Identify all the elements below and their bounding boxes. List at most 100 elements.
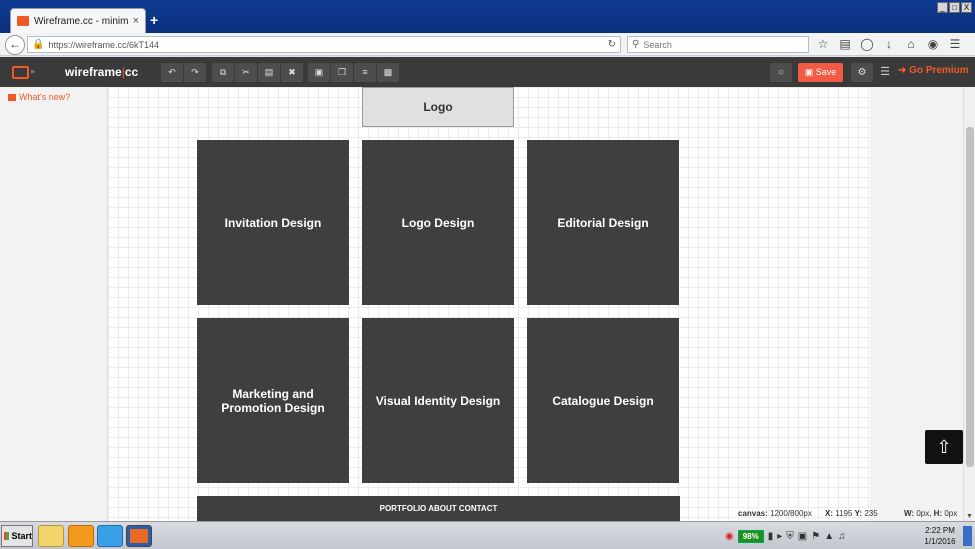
app-menu-icon[interactable] [12, 66, 29, 79]
lock-element-icon[interactable]: ▣ [308, 63, 330, 82]
url-bar[interactable]: 🔒 https://wireframe.cc/6kT144 ↻ [27, 36, 621, 53]
chevron-right-icon: ▸ [31, 66, 36, 76]
system-clock[interactable]: 2:22 PM 1/1/2016 [920, 525, 960, 547]
w-value: 0px, [916, 509, 932, 518]
element-size-status: W: 0px, H: 0px [904, 509, 957, 518]
home-icon[interactable]: ⌂ [901, 36, 921, 53]
system-tray: ◉ 98% ▮ ▸ ⛨ ▣ ⚑ ▲ ♫ [725, 525, 846, 547]
chat-icon[interactable]: ◉ [923, 36, 943, 53]
internet-explorer-icon[interactable] [97, 525, 123, 547]
reading-list-icon[interactable]: ▤ [835, 36, 855, 53]
tile-visual-identity-design[interactable]: Visual Identity Design [362, 318, 514, 483]
go-premium-link[interactable]: ➜ Go Premium [898, 65, 969, 76]
delete-icon[interactable]: ✖ [281, 63, 303, 82]
tile-editorial-design[interactable]: Editorial Design [527, 140, 679, 305]
upload-house-icon: ⇧ [936, 436, 952, 457]
tile-marketing-promotion-design[interactable]: Marketing and Promotion Design [197, 318, 349, 483]
x-value: 1195 [835, 509, 853, 518]
brand-name-left: wireframe [65, 65, 122, 79]
whats-new-label: What's new? [19, 92, 71, 102]
browser-navbar: ← 🔒 https://wireframe.cc/6kT144 ↻ ⚲ Sear… [0, 33, 975, 56]
whats-new-link[interactable]: What's new? [8, 92, 70, 102]
search-input[interactable]: Search [643, 40, 672, 50]
clock-time: 2:22 PM [925, 526, 955, 535]
app-toolbar: ▸ wireframe|cc ↶ ↷ ⧉ ✂ ▤ ✖ ▣ ❐ ≡ ▩ ○ ▣ S… [0, 57, 975, 87]
security-alert-icon[interactable]: ◉ [725, 531, 734, 542]
os-taskbar: Start ◉ 98% ▮ ▸ ⛨ ▣ ⚑ ▲ ♫ 2:22 PM 1/1/20… [0, 521, 975, 549]
firefox-icon[interactable] [126, 525, 152, 547]
tray-arrow-icon[interactable]: ▸ [777, 531, 782, 542]
tile-logo-design[interactable]: Logo Design [362, 140, 514, 305]
browser-tabstrip: Wireframe.cc - minimal wirefr... × + _ □… [0, 0, 975, 33]
scroll-down-arrow-icon[interactable]: ▼ [966, 513, 973, 520]
tile-invitation-design[interactable]: Invitation Design [197, 140, 349, 305]
align-icon[interactable]: ≡ [354, 63, 376, 82]
minimize-button[interactable]: _ [937, 2, 948, 13]
tab-title: Wireframe.cc - minimal wirefr... [34, 15, 128, 27]
flag-icon [8, 93, 16, 101]
reload-icon[interactable]: ↻ [608, 39, 616, 50]
back-button[interactable]: ← [5, 35, 25, 55]
window-icon[interactable]: ▣ [798, 531, 807, 542]
search-bar[interactable]: ⚲ Search [627, 36, 809, 53]
y-label: Y: [854, 509, 863, 518]
y-value: 235 [864, 509, 878, 518]
save-disk-icon: ▣ [804, 67, 814, 77]
copy-icon[interactable]: ⧉ [212, 63, 234, 82]
shield-icon[interactable]: ⛨ [786, 531, 794, 542]
hamburger-menu-icon[interactable]: ☰ [945, 36, 965, 53]
vertical-scrollbar[interactable]: ▼ [963, 87, 975, 521]
close-window-button[interactable]: X [961, 2, 972, 13]
explorer-folder-icon[interactable] [38, 525, 64, 547]
download-icon[interactable]: ↓ [879, 36, 899, 53]
layer-icon[interactable]: ❐ [331, 63, 353, 82]
scrollbar-thumb[interactable] [966, 127, 974, 467]
wireframe-canvas[interactable]: Logo Invitation Design Logo Design Edito… [108, 87, 870, 521]
start-button[interactable]: Start [1, 525, 33, 547]
browser-tab[interactable]: Wireframe.cc - minimal wirefr... × [10, 8, 146, 33]
left-panel: What's new? [0, 87, 108, 521]
network-icon[interactable]: ▲ [824, 531, 834, 542]
media-player-icon[interactable] [68, 525, 94, 547]
back-arrow-icon: ← [9, 37, 21, 51]
h-label: H: [933, 509, 943, 518]
settings-icon[interactable]: ⚙ [851, 63, 873, 82]
share-upload-button[interactable]: ⇧ [925, 430, 963, 464]
paste-icon[interactable]: ▤ [258, 63, 280, 82]
battery-indicator[interactable]: 98% [737, 529, 764, 543]
go-premium-label: Go Premium [909, 65, 969, 76]
wireframe-footer-nav[interactable]: PORTFOLIO ABOUT CONTACT [197, 496, 680, 521]
x-label: X: [825, 509, 833, 518]
undo-icon[interactable]: ↶ [161, 63, 183, 82]
lock-icon: 🔒 [32, 39, 45, 50]
clock-date: 1/1/2016 [924, 537, 956, 546]
save-button-label: Save [815, 67, 837, 77]
flag-tray-icon[interactable]: ⚑ [811, 531, 820, 542]
browser-toolbar-icons: ☆ ▤ ◯ ↓ ⌂ ◉ ☰ [813, 36, 965, 53]
power-plug-icon[interactable]: ▮ [768, 531, 774, 542]
canvas-size-label: canvas: [738, 509, 768, 518]
app-menu-hamburger-icon[interactable]: ☰ [878, 63, 892, 82]
edit-group: ⧉ ✂ ▤ ✖ [212, 63, 303, 82]
maximize-button[interactable]: □ [949, 2, 960, 13]
cut-icon[interactable]: ✂ [235, 63, 257, 82]
save-button[interactable]: ▣ Save [798, 63, 843, 82]
volume-icon[interactable]: ♫ [838, 531, 846, 542]
windows-logo-icon [4, 532, 10, 540]
canvas-size-status: canvas: 1200/800px [738, 509, 812, 518]
new-tab-button[interactable]: + [150, 13, 158, 27]
start-label: Start [11, 531, 32, 541]
h-value: 0px [944, 509, 958, 518]
arrow-right-icon: ➜ [898, 65, 907, 76]
tab-close-icon[interactable]: × [133, 15, 139, 27]
bookmark-star-icon[interactable]: ☆ [813, 36, 833, 53]
comment-icon[interactable]: ○ [770, 63, 792, 82]
window-controls: _ □ X [937, 2, 972, 13]
resize-icon[interactable]: ▩ [377, 63, 399, 82]
tile-catalogue-design[interactable]: Catalogue Design [527, 318, 679, 483]
show-desktop-button[interactable] [963, 526, 972, 546]
wireframe-logo-box[interactable]: Logo [362, 87, 514, 127]
pocket-icon[interactable]: ◯ [857, 36, 877, 53]
url-text[interactable]: https://wireframe.cc/6kT144 [48, 40, 603, 50]
redo-icon[interactable]: ↷ [184, 63, 206, 82]
